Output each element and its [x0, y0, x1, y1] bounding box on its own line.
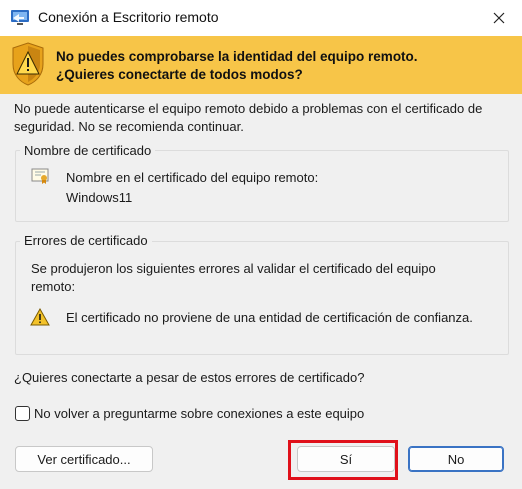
- certificate-name-group-label: Nombre de certificado: [20, 143, 156, 159]
- warning-text: No puedes comprobarse la identidad del e…: [56, 48, 506, 84]
- close-button[interactable]: [476, 0, 522, 36]
- certificate-errors-group-label: Errores de certificado: [20, 233, 152, 249]
- dont-ask-again-checkbox[interactable]: [15, 406, 30, 421]
- certificate-errors-group: [15, 241, 509, 355]
- yes-button-highlight: [288, 440, 398, 480]
- view-certificate-button[interactable]: Ver certificado...: [15, 446, 153, 472]
- close-icon: [493, 12, 505, 24]
- dont-ask-again-label[interactable]: No volver a preguntarme sobre conexiones…: [34, 406, 364, 421]
- remote-desktop-icon: [11, 10, 29, 25]
- confirmation-question: ¿Quieres conectarte a pesar de estos err…: [14, 370, 365, 385]
- no-button[interactable]: No: [408, 446, 504, 472]
- warning-line-1: No puedes comprobarse la identidad del e…: [56, 49, 418, 64]
- warning-triangle-icon: [30, 308, 50, 326]
- certificate-icon: [31, 168, 49, 184]
- errors-intro-text: Se produjeron los siguientes errores al …: [31, 261, 436, 294]
- window-title: Conexión a Escritorio remoto: [38, 9, 219, 25]
- warning-line-2: ¿Quieres conectarte de todos modos?: [56, 67, 303, 82]
- warning-banner: No puedes comprobarse la identidad del e…: [0, 36, 522, 94]
- intro-text: No puede autenticarse el equipo remoto d…: [14, 101, 483, 134]
- certificate-error-item: El certificado no proviene de una entida…: [66, 310, 473, 325]
- certificate-name-label: Nombre en el certificado del equipo remo…: [66, 170, 319, 185]
- title-bar: Conexión a Escritorio remoto: [0, 0, 522, 36]
- certificate-name-group: [15, 150, 509, 222]
- certificate-name-value: Windows11: [66, 190, 133, 205]
- shield-warning-icon: [12, 42, 44, 86]
